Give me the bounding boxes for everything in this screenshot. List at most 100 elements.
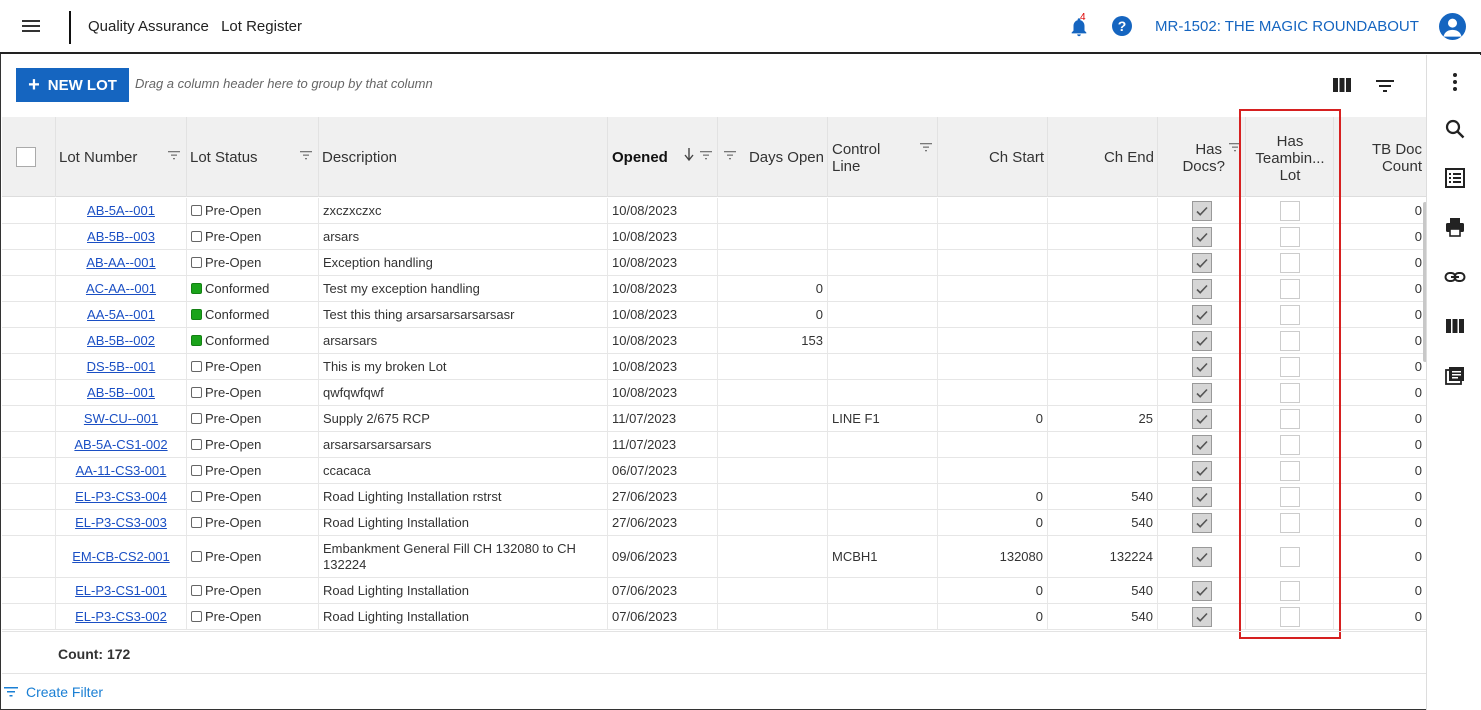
- filter-icon[interactable]: [920, 142, 932, 152]
- lot-number-link[interactable]: EL-P3-CS3-002: [75, 609, 167, 624]
- table-row[interactable]: EL-P3-CS1-001 Pre-Open Road Lighting Insta…: [2, 578, 1426, 604]
- columns-icon[interactable]: [1332, 77, 1352, 93]
- column-ch-start[interactable]: Ch Start: [938, 117, 1048, 197]
- lot-number-link[interactable]: AC-AA--001: [86, 281, 156, 296]
- teambinder-lot-checkbox[interactable]: [1279, 546, 1300, 567]
- project-selector[interactable]: MR-1502: THE MAGIC ROUNDABOUT: [1155, 18, 1419, 35]
- teambinder-lot-checkbox[interactable]: [1279, 382, 1300, 403]
- table-row[interactable]: AB-5B--002 Conformed arsarsars 10/08/2023 15…: [2, 328, 1426, 354]
- has-docs-checkbox[interactable]: [1191, 580, 1212, 601]
- table-row[interactable]: EL-P3-CS3-002 Pre-Open Road Lighting Insta…: [2, 604, 1426, 630]
- teambinder-lot-checkbox[interactable]: [1279, 252, 1300, 273]
- table-row[interactable]: AA-5A--001 Conformed Test this thing arsar…: [2, 302, 1426, 328]
- lot-number-link[interactable]: EL-P3-CS3-003: [75, 515, 167, 530]
- table-row[interactable]: AA-11-CS3-001 Pre-Open ccacaca 06/07/2023 0: [2, 458, 1426, 484]
- bell-icon[interactable]: [1068, 15, 1090, 39]
- has-docs-checkbox[interactable]: [1191, 408, 1212, 429]
- filter-icon[interactable]: [1375, 78, 1395, 94]
- has-docs-checkbox[interactable]: [1191, 546, 1212, 567]
- filter-icon[interactable]: [700, 150, 712, 160]
- has-docs-checkbox[interactable]: [1191, 304, 1212, 325]
- column-days-open[interactable]: Days Open: [718, 117, 828, 197]
- list-icon[interactable]: [1444, 167, 1466, 189]
- lot-number-link[interactable]: AA-5A--001: [87, 307, 155, 322]
- sort-desc-icon[interactable]: [684, 148, 694, 162]
- column-lot-number[interactable]: Lot Number: [56, 117, 187, 197]
- column-description[interactable]: Description: [319, 117, 608, 197]
- lot-number-link[interactable]: AB-5A--001: [87, 203, 155, 218]
- column-control-line[interactable]: Control Line: [828, 117, 938, 197]
- print-icon[interactable]: [1444, 216, 1466, 238]
- filter-icon[interactable]: [724, 150, 736, 160]
- filter-icon[interactable]: [1229, 142, 1241, 152]
- column-tb-doc-count[interactable]: TB Doc Count: [1334, 117, 1426, 197]
- table-row[interactable]: EM-CB-CS2-001 Pre-Open Embankment General …: [2, 536, 1426, 578]
- help-icon[interactable]: ?: [1112, 16, 1132, 36]
- teambinder-lot-checkbox[interactable]: [1279, 434, 1300, 455]
- has-docs-checkbox[interactable]: [1191, 330, 1212, 351]
- lot-number-link[interactable]: EM-CB-CS2-001: [72, 549, 170, 564]
- has-docs-checkbox[interactable]: [1191, 512, 1212, 533]
- has-docs-checkbox[interactable]: [1191, 486, 1212, 507]
- teambinder-lot-checkbox[interactable]: [1279, 606, 1300, 627]
- search-icon[interactable]: [1444, 118, 1466, 140]
- link-icon[interactable]: [1444, 266, 1466, 288]
- teambinder-lot-checkbox[interactable]: [1279, 330, 1300, 351]
- has-docs-checkbox[interactable]: [1191, 278, 1212, 299]
- table-row[interactable]: AC-AA--001 Conformed Test my exception han…: [2, 276, 1426, 302]
- lot-number-link[interactable]: AB-5B--002: [87, 333, 155, 348]
- create-filter-link[interactable]: Create Filter: [4, 684, 103, 700]
- lot-number-link[interactable]: EL-P3-CS3-004: [75, 489, 167, 504]
- lot-number-link[interactable]: AB-5B--001: [87, 385, 155, 400]
- table-row[interactable]: AB-5B--003 Pre-Open arsars 10/08/2023 0: [2, 224, 1426, 250]
- lot-number-link[interactable]: EL-P3-CS1-001: [75, 583, 167, 598]
- columns-icon[interactable]: [1444, 315, 1466, 337]
- column-opened[interactable]: Opened: [608, 117, 718, 197]
- user-icon[interactable]: [1439, 13, 1466, 40]
- has-docs-checkbox[interactable]: [1191, 382, 1212, 403]
- table-row[interactable]: AB-5B--001 Pre-Open qwfqwfqwf 10/08/2023 0: [2, 380, 1426, 406]
- breadcrumb-quality-assurance[interactable]: Quality Assurance: [88, 18, 209, 35]
- table-row[interactable]: DS-5B--001 Pre-Open This is my broken Lot 1…: [2, 354, 1426, 380]
- new-lot-button[interactable]: + NEW LOT: [16, 68, 129, 102]
- column-has-docs[interactable]: Has Docs?: [1158, 117, 1246, 197]
- has-docs-checkbox[interactable]: [1191, 226, 1212, 247]
- table-row[interactable]: EL-P3-CS3-004 Pre-Open Road Lighting Insta…: [2, 484, 1426, 510]
- teambinder-lot-checkbox[interactable]: [1279, 356, 1300, 377]
- menu-icon[interactable]: [20, 17, 42, 37]
- lot-number-link[interactable]: DS-5B--001: [87, 359, 156, 374]
- select-all-checkbox[interactable]: [16, 147, 36, 167]
- column-has-teambinder-lot[interactable]: Has Teambin... Lot: [1246, 117, 1334, 197]
- filter-icon[interactable]: [168, 150, 180, 160]
- lot-number-link[interactable]: AA-11-CS3-001: [76, 463, 167, 478]
- more-vert-icon[interactable]: [1444, 71, 1466, 93]
- lot-number-link[interactable]: SW-CU--001: [84, 411, 158, 426]
- teambinder-lot-checkbox[interactable]: [1279, 408, 1300, 429]
- table-row[interactable]: AB-AA--001 Pre-Open Exception handling 10/0…: [2, 250, 1426, 276]
- table-row[interactable]: AB-5A--001 Pre-Open zxczxczxc 10/08/2023 0: [2, 198, 1426, 224]
- teambinder-lot-checkbox[interactable]: [1279, 580, 1300, 601]
- filter-icon[interactable]: [300, 150, 312, 160]
- column-ch-end[interactable]: Ch End: [1048, 117, 1158, 197]
- has-docs-checkbox[interactable]: [1191, 252, 1212, 273]
- lot-number-link[interactable]: AB-5A-CS1-002: [74, 437, 167, 452]
- table-row[interactable]: AB-5A-CS1-002 Pre-Open arsarsarsarsarsars 1…: [2, 432, 1426, 458]
- has-docs-checkbox[interactable]: [1191, 434, 1212, 455]
- has-docs-checkbox[interactable]: [1191, 200, 1212, 221]
- document-icon[interactable]: [1444, 365, 1466, 387]
- lot-number-link[interactable]: AB-AA--001: [86, 255, 155, 270]
- table-row[interactable]: SW-CU--001 Pre-Open Supply 2/675 RCP 11/07/…: [2, 406, 1426, 432]
- teambinder-lot-checkbox[interactable]: [1279, 200, 1300, 221]
- teambinder-lot-checkbox[interactable]: [1279, 486, 1300, 507]
- lot-number-link[interactable]: AB-5B--003: [87, 229, 155, 244]
- column-lot-status[interactable]: Lot Status: [187, 117, 319, 197]
- teambinder-lot-checkbox[interactable]: [1279, 460, 1300, 481]
- teambinder-lot-checkbox[interactable]: [1279, 278, 1300, 299]
- teambinder-lot-checkbox[interactable]: [1279, 226, 1300, 247]
- has-docs-checkbox[interactable]: [1191, 606, 1212, 627]
- table-row[interactable]: EL-P3-CS3-003 Pre-Open Road Lighting Insta…: [2, 510, 1426, 536]
- group-by-drop-zone[interactable]: Drag a column header here to group by th…: [135, 76, 433, 91]
- has-docs-checkbox[interactable]: [1191, 356, 1212, 377]
- has-docs-checkbox[interactable]: [1191, 460, 1212, 481]
- teambinder-lot-checkbox[interactable]: [1279, 512, 1300, 533]
